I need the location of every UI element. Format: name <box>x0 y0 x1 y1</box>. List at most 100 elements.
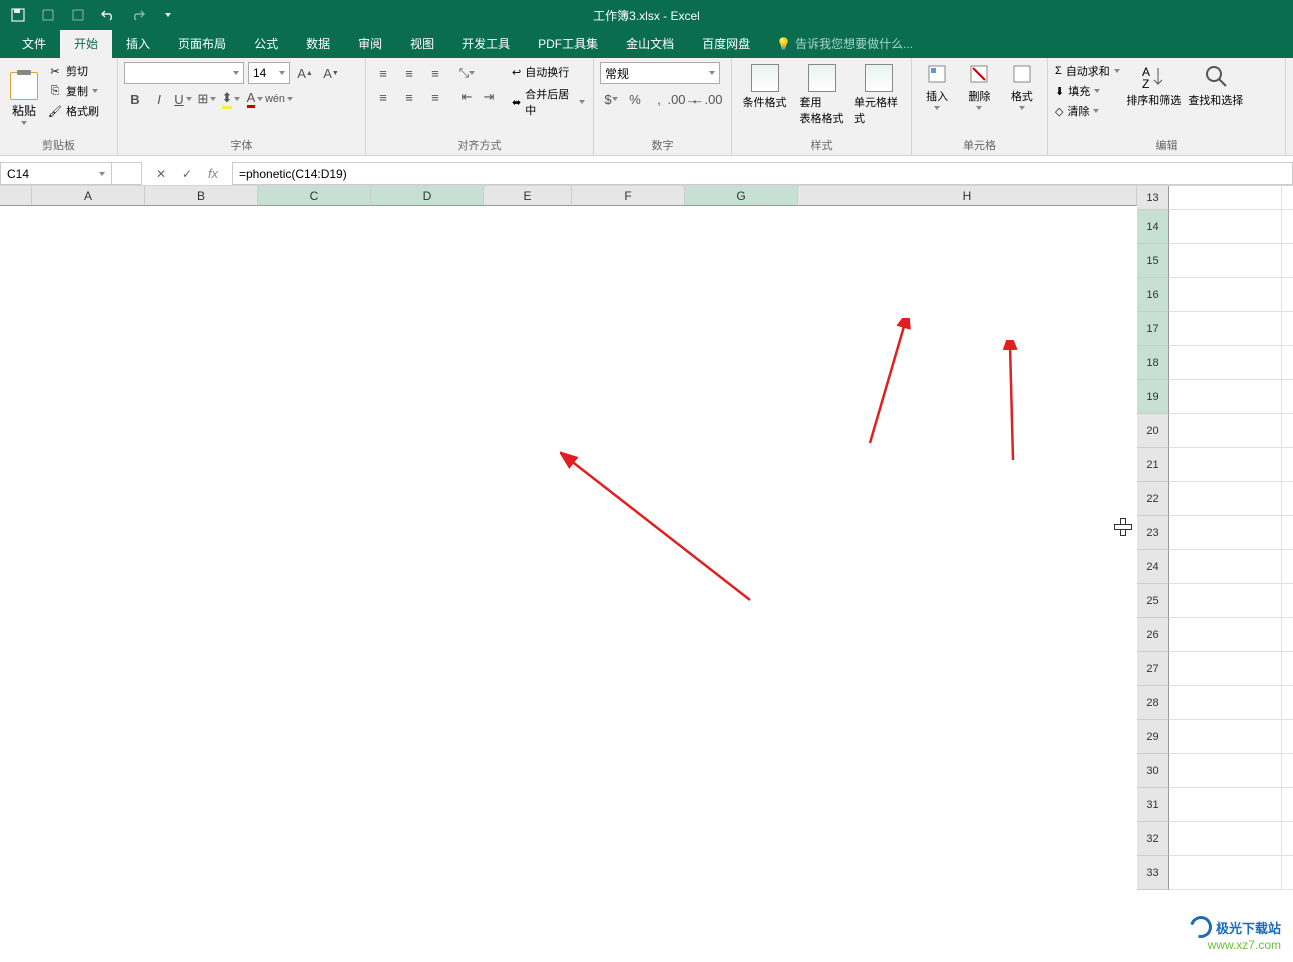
col-header-C[interactable]: C <box>258 186 371 206</box>
qat-more-icon[interactable] <box>160 7 176 23</box>
worksheet-grid[interactable]: ABCDEFGH13141516171819202122232425262728… <box>0 186 1293 890</box>
format-button[interactable]: 格式 <box>1003 62 1041 135</box>
tab-wps[interactable]: 金山文档 <box>612 29 688 58</box>
sort-filter-button[interactable]: AZ排序和筛选 <box>1125 62 1183 135</box>
percent-button[interactable]: % <box>624 88 646 110</box>
fx-icon[interactable]: fx <box>204 166 222 181</box>
cell-A15[interactable] <box>1169 244 1282 278</box>
row-header-21[interactable]: 21 <box>1137 448 1169 482</box>
row-header-33[interactable]: 33 <box>1137 856 1169 890</box>
tab-layout[interactable]: 页面布局 <box>164 29 240 58</box>
col-header-B[interactable]: B <box>145 186 258 206</box>
align-top-button[interactable]: ≡ <box>372 62 394 84</box>
row-header-24[interactable]: 24 <box>1137 550 1169 584</box>
bold-button[interactable]: B <box>124 88 146 110</box>
tell-me-input[interactable]: 💡 告诉我您想要做什么... <box>776 35 913 58</box>
tab-dev[interactable]: 开发工具 <box>448 29 524 58</box>
font-size-select[interactable]: 14 <box>248 62 290 84</box>
cell-B29[interactable] <box>1282 720 1293 754</box>
cell-B20[interactable] <box>1282 414 1293 448</box>
cell-B17[interactable]: 总经办 <box>1282 312 1293 346</box>
cell-A21[interactable] <box>1169 448 1282 482</box>
delete-button[interactable]: 删除 <box>960 62 998 135</box>
cell-B27[interactable] <box>1282 652 1293 686</box>
cell-B28[interactable] <box>1282 686 1293 720</box>
row-header-17[interactable]: 17 <box>1137 312 1169 346</box>
row-header-23[interactable]: 23 <box>1137 516 1169 550</box>
cell-A19[interactable] <box>1169 380 1282 414</box>
underline-button[interactable]: U <box>172 88 194 110</box>
col-header-F[interactable]: F <box>572 186 685 206</box>
cell-A16[interactable] <box>1169 278 1282 312</box>
qat-icon-3[interactable] <box>70 7 86 23</box>
row-header-14[interactable]: 14 <box>1137 210 1169 244</box>
currency-button[interactable]: $ <box>600 88 622 110</box>
cell-A14[interactable] <box>1169 210 1282 244</box>
italic-button[interactable]: I <box>148 88 170 110</box>
cell-A24[interactable] <box>1169 550 1282 584</box>
row-header-29[interactable]: 29 <box>1137 720 1169 754</box>
cell-B30[interactable] <box>1282 754 1293 788</box>
cell-A29[interactable] <box>1169 720 1282 754</box>
cell-B13[interactable] <box>1282 186 1293 210</box>
row-header-13[interactable]: 13 <box>1137 186 1169 210</box>
row-header-16[interactable]: 16 <box>1137 278 1169 312</box>
cell-A13[interactable] <box>1169 186 1282 210</box>
align-right-button[interactable]: ≡ <box>424 86 446 108</box>
row-header-20[interactable]: 20 <box>1137 414 1169 448</box>
tab-formulas[interactable]: 公式 <box>240 29 292 58</box>
align-middle-button[interactable]: ≡ <box>398 62 420 84</box>
row-header-27[interactable]: 27 <box>1137 652 1169 686</box>
col-header-D[interactable]: D <box>371 186 484 206</box>
cell-A27[interactable] <box>1169 652 1282 686</box>
format-table-button[interactable]: 套用 表格格式 <box>795 62 848 135</box>
fill-color-button[interactable]: ⬍ <box>220 88 242 110</box>
find-select-button[interactable]: 查找和选择 <box>1187 62 1245 135</box>
qat-icon-2[interactable] <box>40 7 56 23</box>
tab-insert[interactable]: 插入 <box>112 29 164 58</box>
tab-view[interactable]: 视图 <box>396 29 448 58</box>
cell-B24[interactable] <box>1282 550 1293 584</box>
cell-A33[interactable] <box>1169 856 1282 890</box>
confirm-formula-button[interactable]: ✓ <box>178 167 196 181</box>
cell-B15[interactable]: 销售部 <box>1282 244 1293 278</box>
row-header-15[interactable]: 15 <box>1137 244 1169 278</box>
cell-A25[interactable] <box>1169 584 1282 618</box>
cell-A20[interactable] <box>1169 414 1282 448</box>
cut-button[interactable]: ✂剪切 <box>46 62 101 80</box>
row-header-25[interactable]: 25 <box>1137 584 1169 618</box>
save-icon[interactable] <box>10 7 26 23</box>
cell-B21[interactable] <box>1282 448 1293 482</box>
font-color-button[interactable]: A <box>244 88 266 110</box>
format-painter-button[interactable]: 🖌格式刷 <box>46 102 101 120</box>
row-header-31[interactable]: 31 <box>1137 788 1169 822</box>
row-header-30[interactable]: 30 <box>1137 754 1169 788</box>
cell-B26[interactable] <box>1282 618 1293 652</box>
phonetic-button[interactable]: wén <box>268 88 290 110</box>
cell-B23[interactable] <box>1282 516 1293 550</box>
row-header-19[interactable]: 19 <box>1137 380 1169 414</box>
cell-A30[interactable] <box>1169 754 1282 788</box>
cell-B14[interactable]: 生产部 <box>1282 210 1293 244</box>
col-header-H[interactable]: H <box>798 186 1137 206</box>
align-center-button[interactable]: ≡ <box>398 86 420 108</box>
name-box[interactable]: C14 <box>0 162 112 185</box>
cell-B19[interactable]: 总经办 <box>1282 380 1293 414</box>
col-header-E[interactable]: E <box>484 186 572 206</box>
indent-decrease-button[interactable]: ⇤ <box>456 86 478 108</box>
align-left-button[interactable]: ≡ <box>372 86 394 108</box>
redo-icon[interactable] <box>130 7 146 23</box>
cell-A18[interactable] <box>1169 346 1282 380</box>
cell-B31[interactable] <box>1282 788 1293 822</box>
cell-B18[interactable]: 销售部 <box>1282 346 1293 380</box>
row-header-28[interactable]: 28 <box>1137 686 1169 720</box>
tab-file[interactable]: 文件 <box>8 29 60 58</box>
insert-button[interactable]: 插入 <box>918 62 956 135</box>
cell-B25[interactable] <box>1282 584 1293 618</box>
formula-input[interactable]: =phonetic(C14:D19) <box>232 162 1293 185</box>
cell-B33[interactable] <box>1282 856 1293 890</box>
select-all-corner[interactable] <box>0 186 32 206</box>
cell-B32[interactable] <box>1282 822 1293 856</box>
tab-baidu[interactable]: 百度网盘 <box>688 29 764 58</box>
grow-font-button[interactable]: A▲ <box>294 62 316 84</box>
